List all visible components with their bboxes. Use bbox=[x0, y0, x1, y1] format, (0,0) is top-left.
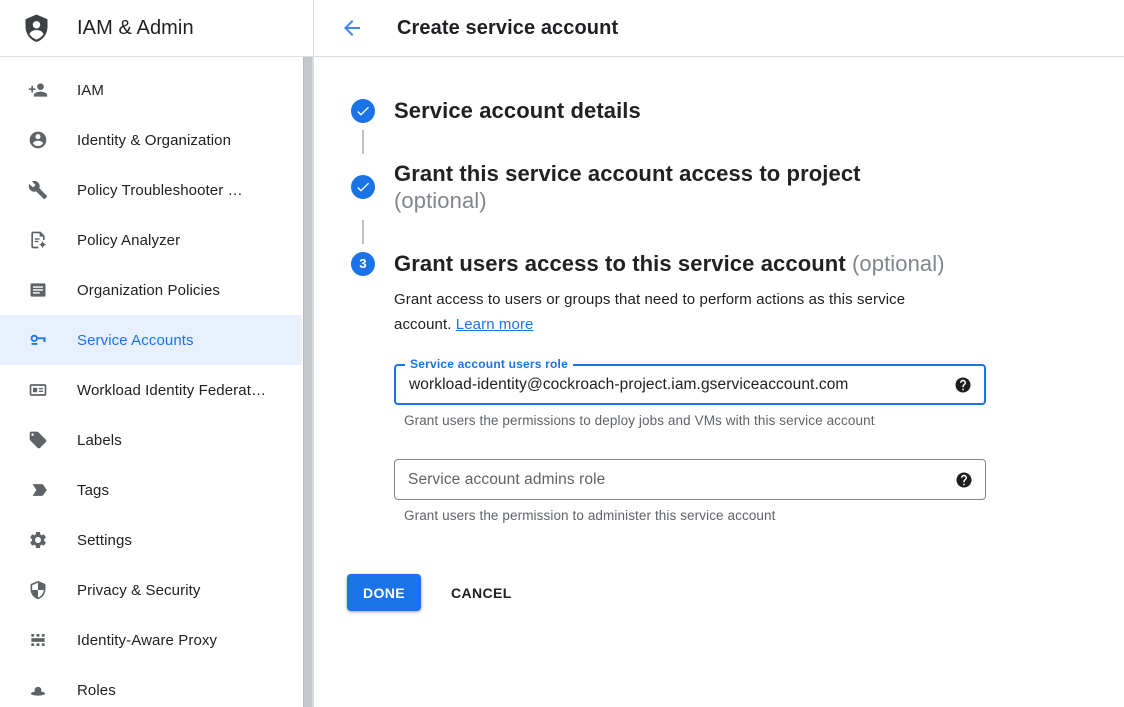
step-2-optional-label: (optional) bbox=[394, 188, 487, 213]
sidebar-item-label: Privacy & Security bbox=[77, 582, 201, 599]
service-account-users-role-field: Service account users role bbox=[394, 364, 986, 405]
id-card-icon bbox=[28, 380, 48, 400]
step-1-title: Service account details bbox=[394, 97, 641, 124]
sidebar-item-tags[interactable]: Tags bbox=[0, 465, 302, 515]
app-window: IAM & Admin IAM Identity & Organization bbox=[0, 0, 1124, 707]
step-1-complete-badge bbox=[351, 99, 375, 123]
learn-more-link[interactable]: Learn more bbox=[456, 316, 534, 333]
gear-icon bbox=[28, 530, 48, 550]
sidebar-item-label: Workload Identity Federat… bbox=[77, 382, 266, 399]
sidebar-item-workload-identity-federation[interactable]: Workload Identity Federat… bbox=[0, 365, 302, 415]
users-role-field-label: Service account users role bbox=[405, 357, 573, 371]
hat-icon bbox=[28, 680, 48, 700]
step-2-title: Grant this service account access to pro… bbox=[394, 160, 939, 214]
sidebar-item-label: Service Accounts bbox=[77, 332, 194, 349]
iam-admin-shield-icon bbox=[20, 12, 53, 45]
admins-role-helper-text: Grant users the permission to administer… bbox=[404, 508, 1124, 523]
back-button[interactable] bbox=[340, 16, 364, 40]
sidebar-item-label: Policy Analyzer bbox=[77, 232, 180, 249]
shield-icon bbox=[28, 580, 48, 600]
sidebar-item-label: Roles bbox=[77, 682, 116, 699]
admins-role-help-button[interactable] bbox=[955, 471, 973, 489]
service-account-admins-role-field bbox=[394, 459, 986, 500]
sidebar-item-label: IAM bbox=[77, 82, 104, 99]
sidebar-item-iam[interactable]: IAM bbox=[0, 65, 302, 115]
page-header: Create service account bbox=[314, 0, 1124, 57]
service-account-key-icon bbox=[28, 330, 48, 350]
sidebar-item-label: Identity-Aware Proxy bbox=[77, 632, 217, 649]
done-button[interactable]: DONE bbox=[347, 574, 421, 611]
app-title: IAM & Admin bbox=[77, 17, 194, 40]
step-3-body: Grant access to users or groups that nee… bbox=[394, 287, 1124, 523]
step-connector bbox=[362, 220, 364, 244]
sidebar-item-label: Settings bbox=[77, 532, 132, 549]
page-title: Create service account bbox=[397, 17, 618, 40]
sidebar-item-privacy-security[interactable]: Privacy & Security bbox=[0, 565, 302, 615]
check-icon bbox=[355, 179, 371, 195]
step-service-account-details: Service account details bbox=[351, 97, 1124, 124]
sidebar-item-organization-policies[interactable]: Organization Policies bbox=[0, 265, 302, 315]
list-document-icon bbox=[28, 280, 48, 300]
proxy-grid-icon bbox=[28, 630, 48, 650]
step-connector bbox=[362, 130, 364, 154]
sidebar-item-identity-organization[interactable]: Identity & Organization bbox=[0, 115, 302, 165]
sidebar-item-label: Tags bbox=[77, 482, 109, 499]
arrow-label-icon bbox=[28, 480, 48, 500]
cancel-button[interactable]: CANCEL bbox=[451, 585, 512, 601]
sidebar-item-label: Labels bbox=[77, 432, 122, 449]
sidebar-item-label: Organization Policies bbox=[77, 282, 220, 299]
sidebar-nav: IAM Identity & Organization Policy Troub… bbox=[0, 57, 313, 707]
step-3-optional-label: (optional) bbox=[852, 251, 945, 276]
arrow-back-icon bbox=[340, 16, 364, 40]
sidebar-item-roles[interactable]: Roles bbox=[0, 665, 302, 707]
wrench-icon bbox=[28, 180, 48, 200]
step-2-complete-badge bbox=[351, 175, 375, 199]
document-gear-icon bbox=[28, 230, 48, 250]
main-panel: Create service account Service account d… bbox=[314, 0, 1124, 707]
check-icon bbox=[355, 103, 371, 119]
admins-role-input[interactable] bbox=[395, 460, 985, 499]
help-icon bbox=[954, 376, 972, 394]
step-3-number-badge: 3 bbox=[351, 252, 375, 276]
form-actions: DONE CANCEL bbox=[347, 574, 1124, 611]
person-add-icon bbox=[28, 80, 48, 100]
sidebar-item-settings[interactable]: Settings bbox=[0, 515, 302, 565]
step-3-description: Grant access to users or groups that nee… bbox=[394, 287, 952, 337]
page-content: Service account details Grant this servi… bbox=[314, 57, 1124, 707]
sidebar-item-identity-aware-proxy[interactable]: Identity-Aware Proxy bbox=[0, 615, 302, 665]
sidebar-item-label: Identity & Organization bbox=[77, 132, 231, 149]
sidebar: IAM & Admin IAM Identity & Organization bbox=[0, 0, 314, 707]
sidebar-item-policy-troubleshooter[interactable]: Policy Troubleshooter … bbox=[0, 165, 302, 215]
step-3-title: Grant users access to this service accou… bbox=[394, 250, 945, 277]
users-role-helper-text: Grant users the permissions to deploy jo… bbox=[404, 413, 1124, 428]
sidebar-header: IAM & Admin bbox=[0, 0, 313, 57]
sidebar-scrollbar[interactable] bbox=[303, 57, 313, 707]
tag-icon bbox=[28, 430, 48, 450]
sidebar-item-label: Policy Troubleshooter … bbox=[77, 182, 243, 199]
sidebar-item-service-accounts[interactable]: Service Accounts bbox=[0, 315, 302, 365]
sidebar-item-policy-analyzer[interactable]: Policy Analyzer bbox=[0, 215, 302, 265]
users-role-help-button[interactable] bbox=[954, 376, 972, 394]
sidebar-item-labels[interactable]: Labels bbox=[0, 415, 302, 465]
step-grant-users-access: 3 Grant users access to this service acc… bbox=[351, 250, 1124, 277]
account-circle-icon bbox=[28, 130, 48, 150]
help-icon bbox=[955, 471, 973, 489]
users-role-input[interactable] bbox=[396, 366, 984, 403]
step-grant-access-to-project: Grant this service account access to pro… bbox=[351, 160, 1124, 214]
